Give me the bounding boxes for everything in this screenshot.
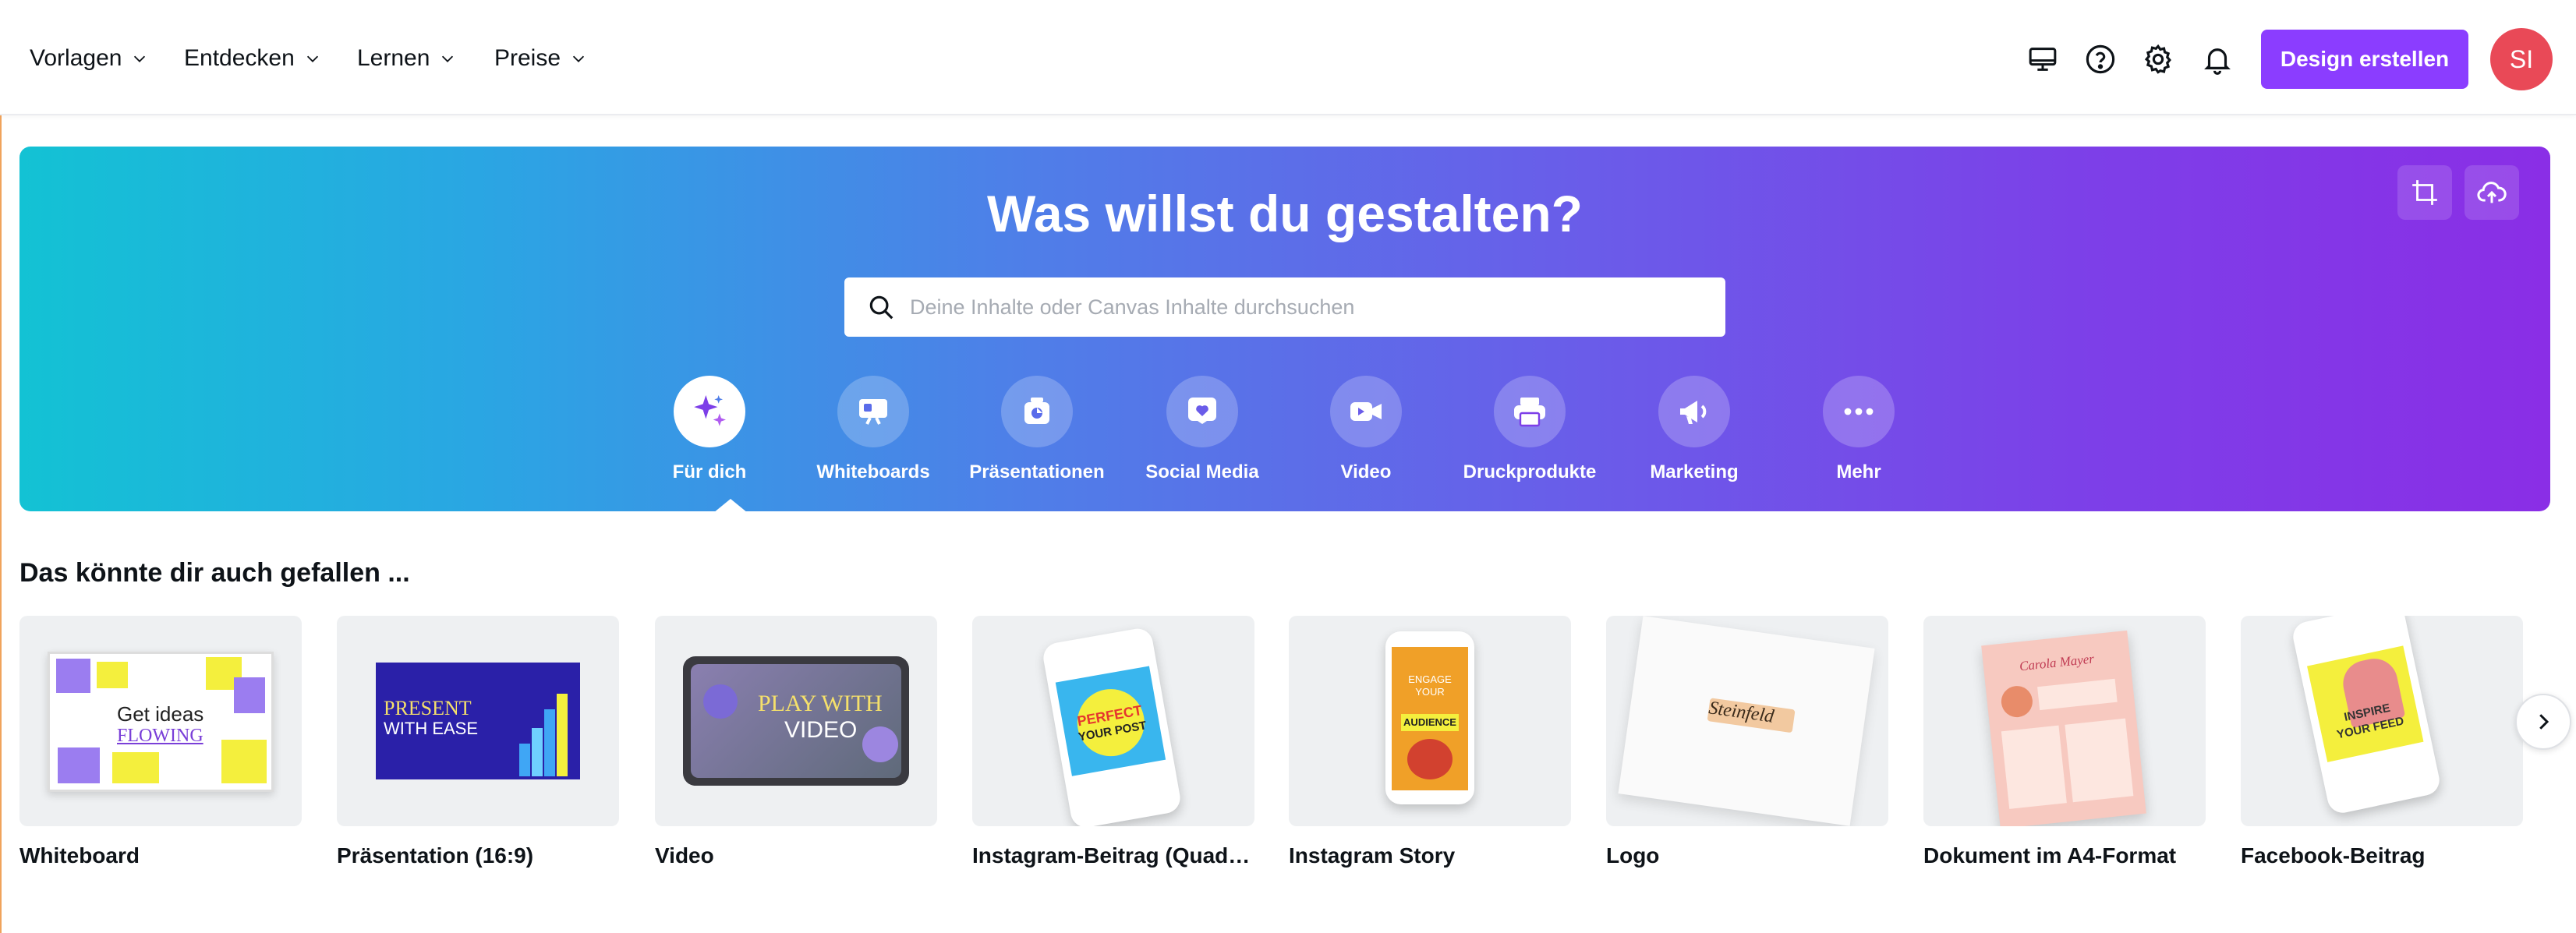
search-icon (869, 295, 893, 320)
card-label: Präsentation (16:9) (337, 843, 534, 868)
chevron-down-icon (442, 55, 454, 62)
template-card-instagram-post[interactable]: PERFECT YOUR POST Instagram-Beitrag (Qua… (972, 616, 1254, 868)
thumb-text: PRESENT (384, 697, 472, 719)
template-card-facebook-post[interactable]: INSPIRE YOUR FEED Facebook-Beitrag (2241, 616, 2523, 868)
thumb-text: VIDEO (784, 717, 858, 743)
category-label: Druckprodukte (1463, 461, 1597, 482)
card-label: Instagram-Beitrag (Quadrat) (972, 843, 1254, 868)
hero-title: Was willst du gestalten? (987, 185, 1583, 242)
template-card-whiteboard[interactable]: Get ideas FLOWING Whiteboard (19, 616, 302, 868)
thumb-text: WITH EASE (384, 719, 479, 738)
category-social-media[interactable]: Social Media (1124, 376, 1280, 483)
card-label: Video (655, 843, 714, 868)
card-thumbnail: Steinfeld (1606, 616, 1888, 826)
template-card-logo[interactable]: Steinfeld Logo (1606, 616, 1888, 868)
category-marketing[interactable]: Marketing (1616, 376, 1772, 483)
card-thumbnail: Get ideas FLOWING (19, 616, 302, 826)
nav-vorlagen[interactable]: Vorlagen (30, 41, 148, 76)
document-illustration: Carola Mayer (1981, 630, 2146, 826)
avatar[interactable]: SI (2490, 28, 2553, 90)
template-card-presentation[interactable]: PRESENT WITH EASE Präsentation (16:9) (337, 616, 619, 868)
card-thumbnail: INSPIRE YOUR FEED (2241, 616, 2523, 826)
thumb-text: FLOWING (117, 726, 203, 746)
category-label: Marketing (1650, 461, 1739, 482)
thumb-text: Carola Mayer (2019, 651, 2095, 674)
card-thumbnail: PLAY WITH VIDEO (655, 616, 937, 826)
megaphone-icon (1658, 376, 1730, 447)
card-thumbnail: PERFECT YOUR POST (972, 616, 1254, 826)
card-label: Dokument im A4-Format (1923, 843, 2177, 868)
phone-illustration: ENGAGE YOUR AUDIENCE (1385, 631, 1474, 804)
category-label: Präsentationen (969, 461, 1105, 482)
card-label: Logo (1606, 843, 1660, 868)
category-mehr[interactable]: Mehr (1781, 376, 1937, 483)
category-label: Social Media (1145, 461, 1259, 482)
presentation-illustration: PRESENT WITH EASE (376, 663, 580, 779)
card-label: Whiteboard (19, 843, 140, 868)
nav-label: Preise (494, 45, 561, 71)
more-icon (1823, 376, 1895, 447)
search-input[interactable] (910, 295, 1721, 320)
thumb-text: YOUR (1415, 686, 1445, 698)
logo-illustration: Steinfeld (1618, 616, 1875, 826)
thumb-text: ENGAGE (1408, 673, 1452, 685)
card-label: Instagram Story (1289, 843, 1456, 868)
template-card-instagram-story[interactable]: ENGAGE YOUR AUDIENCE Instagram Story (1289, 616, 1571, 868)
card-thumbnail: Carola Mayer (1923, 616, 2206, 826)
chevron-right-icon (2539, 714, 2549, 730)
top-navigation: Vorlagen Entdecken Lernen Preise Design … (0, 0, 2576, 115)
template-card-video[interactable]: PLAY WITH VIDEO Video (655, 616, 937, 868)
category-druckprodukte[interactable]: Druckprodukte (1452, 376, 1608, 483)
category-label: Mehr (1836, 461, 1881, 482)
carousel-next-button[interactable] (2515, 694, 2571, 750)
chevron-down-icon (134, 55, 146, 62)
category-video[interactable]: Video (1288, 376, 1444, 483)
printer-icon (1494, 376, 1566, 447)
create-design-button[interactable]: Design erstellen (2261, 30, 2468, 89)
nav-label: Vorlagen (30, 45, 122, 71)
category-whiteboards[interactable]: Whiteboards (795, 376, 951, 483)
nav-entdecken[interactable]: Entdecken (184, 41, 321, 76)
nav-preise[interactable]: Preise (494, 41, 587, 76)
category-fuer-dich[interactable]: Für dich (632, 376, 787, 483)
heart-icon (1166, 376, 1238, 447)
monitor-icon[interactable] (2021, 37, 2065, 81)
card-thumbnail: ENGAGE YOUR AUDIENCE (1289, 616, 1571, 826)
search-bar[interactable] (844, 277, 1725, 337)
nav-lernen[interactable]: Lernen (357, 41, 456, 76)
whiteboard-illustration: Get ideas FLOWING (48, 652, 274, 792)
card-thumbnail: PRESENT WITH EASE (337, 616, 619, 826)
gear-icon[interactable] (2136, 37, 2180, 81)
help-icon[interactable] (2079, 37, 2122, 81)
whiteboard-icon (837, 376, 909, 447)
thumb-text: Get ideas (117, 702, 204, 726)
nav-label: Lernen (357, 45, 430, 71)
hero-banner: Was willst du gestalten? Für dich Whiteb… (19, 147, 2550, 513)
category-praesentationen[interactable]: Präsentationen (959, 376, 1115, 483)
template-card-document-a4[interactable]: Carola Mayer Dokument im A4-Format (1923, 616, 2206, 868)
nav-label: Entdecken (184, 45, 295, 71)
sparkle-icon (674, 376, 745, 447)
phone-illustration: PERFECT YOUR POST (1041, 626, 1183, 826)
thumb-text: Steinfeld (1707, 698, 1775, 727)
thumb-text: PLAY WITH (758, 691, 883, 716)
presentation-icon (1001, 376, 1073, 447)
phone-illustration: INSPIRE YOUR FEED (2290, 616, 2443, 816)
chevron-down-icon (306, 55, 318, 62)
category-label: Video (1340, 461, 1392, 482)
category-label: Whiteboards (816, 461, 930, 482)
thumb-text: AUDIENCE (1403, 716, 1456, 728)
bell-icon[interactable] (2196, 37, 2239, 81)
category-label: Für dich (672, 461, 747, 482)
chevron-down-icon (572, 55, 585, 62)
section-title: Das könnte dir auch gefallen ... (19, 558, 410, 588)
card-label: Facebook-Beitrag (2241, 843, 2426, 868)
video-icon (1330, 376, 1402, 447)
video-illustration: PLAY WITH VIDEO (683, 656, 909, 786)
active-category-pointer (713, 499, 748, 513)
